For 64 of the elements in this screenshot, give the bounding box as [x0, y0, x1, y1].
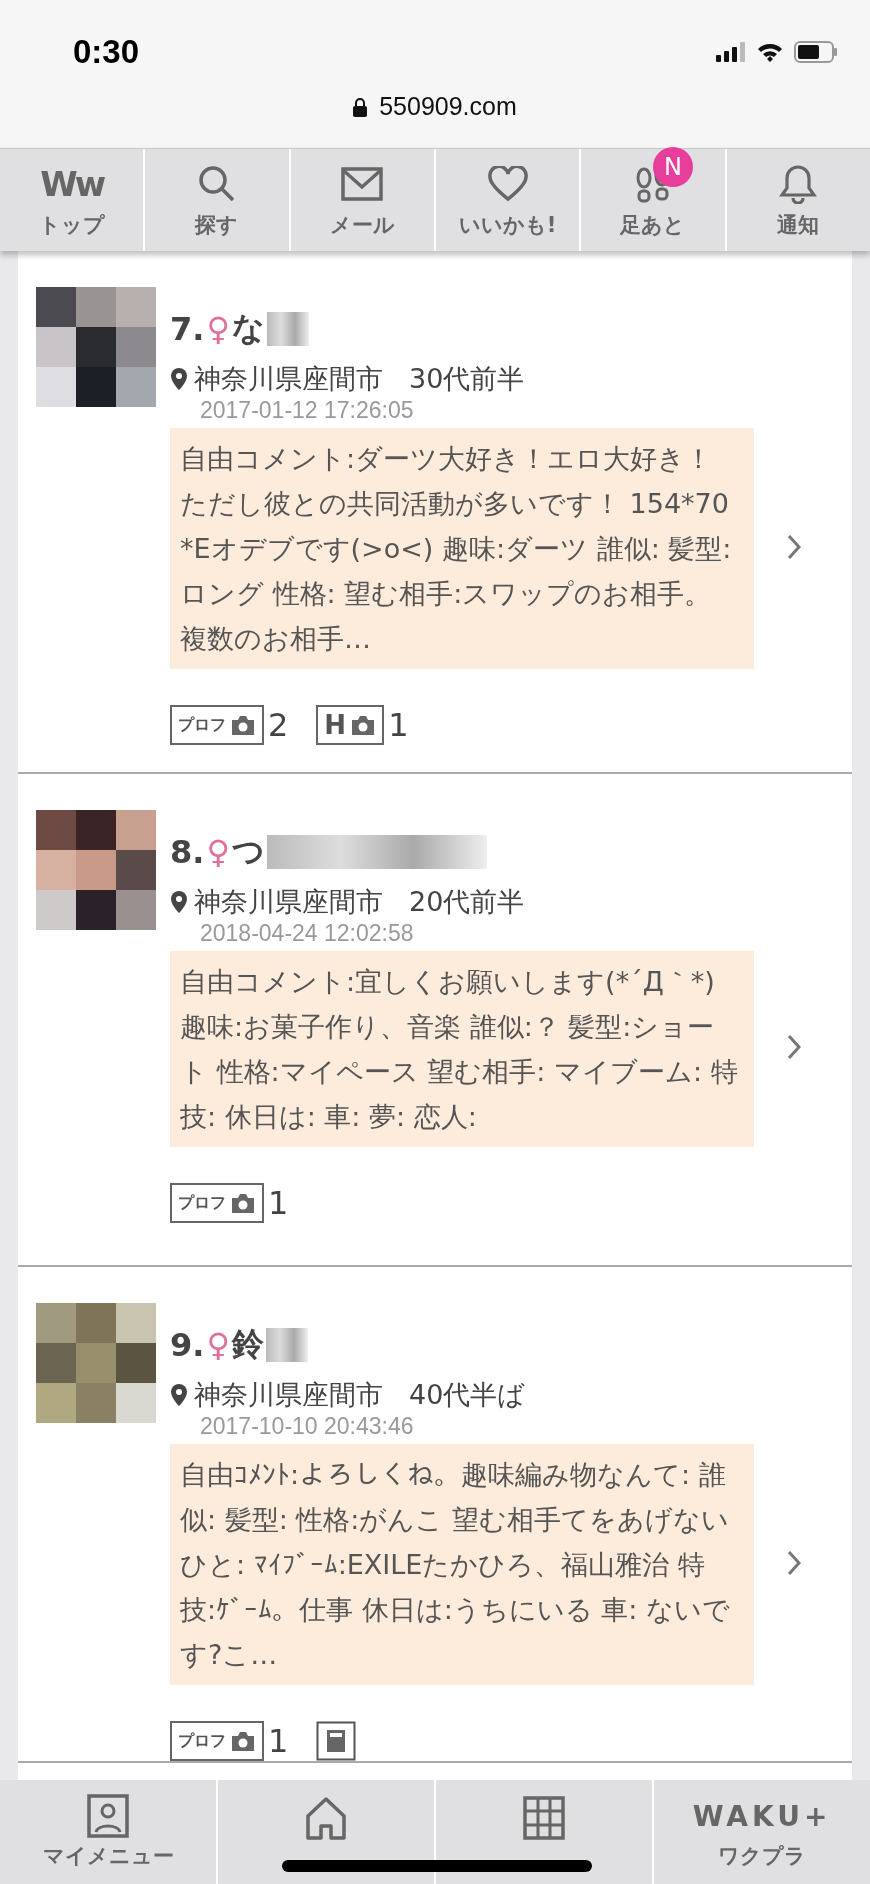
signal-icon: [716, 42, 746, 62]
user-name: な: [231, 308, 265, 349]
chevron-right-icon[interactable]: [786, 1033, 802, 1061]
wifi-icon: [756, 42, 784, 62]
chevron-right-icon[interactable]: [786, 532, 802, 561]
camera-icon: [350, 715, 377, 735]
age-text: 20代前半: [409, 885, 525, 919]
location-text: 神奈川県座間市: [194, 1378, 383, 1412]
profile-photo-tag: プロフ: [170, 1721, 264, 1761]
photo-count: 1: [268, 1184, 289, 1222]
nav-tab[interactable]: 探す: [145, 149, 291, 251]
battery-icon: [794, 41, 838, 63]
photo-count: 1: [388, 706, 409, 744]
notification-badge: N: [652, 147, 693, 187]
login-date: 2018-04-24 12:02:58: [199, 920, 415, 947]
female-symbol: ♀: [206, 833, 230, 871]
location-text: 神奈川県座間市: [194, 885, 383, 919]
url-text[interactable]: 550909.com: [379, 92, 517, 121]
camera-icon: [230, 1731, 256, 1751]
location-text: 神奈川県座間市: [194, 362, 383, 396]
nav-tab[interactable]: いいかも!: [436, 149, 582, 251]
search-icon: [197, 164, 237, 204]
nav-tab[interactable]: N 足あと: [581, 149, 727, 251]
login-date: 2017-10-10 20:43:46: [199, 1413, 415, 1440]
camera-icon: [230, 715, 256, 735]
result-number: 8.: [170, 833, 205, 871]
female-symbol: ♀: [206, 310, 230, 348]
nav-tab[interactable]: Ww トップ: [0, 149, 146, 251]
female-symbol: ♀: [206, 1326, 230, 1364]
profile-photo-tag: プロフ: [170, 1183, 264, 1223]
result-number: 7.: [170, 310, 205, 348]
user-name: 鈴: [231, 1324, 264, 1365]
comment-text: 自由ｺﾒﾝﾄ:よろしくね。趣味編み物なんて: 誰似: 髪型: 性格:がんこ 望む相手てをあげないひと: ﾏｲﾌﾞｰﾑ:EXILEたかひろ、福山雅治 特技:ｹﾞｰﾑ。仕事 休日は:うちにいる 車: ないです?こ…: [170, 1444, 754, 1685]
logo: Ww: [40, 164, 104, 204]
status-time: 0:30: [73, 33, 140, 71]
comment-text: 自由コメント:ダーツ大好き！エロ大好き！ただし彼との共同活動が多いです！ 154*70*Eオデブです(>o<) 趣味:ダーツ 誰似: 髪型:ロング 性格: 望む相手:スワップのお相手。複数のお相手…: [170, 428, 754, 669]
location-pin-icon: [170, 1383, 188, 1407]
login-date: 2017-01-12 17:26:05: [199, 397, 415, 424]
user-name: つ: [231, 831, 265, 872]
person-icon: [87, 1794, 129, 1838]
memo-icon: [316, 1721, 357, 1761]
age-text: 30代前半: [409, 362, 525, 396]
heart-icon: [487, 166, 528, 202]
profile-photo-tag: プロフ: [170, 705, 264, 745]
photo-count: 2: [268, 706, 289, 744]
lock-icon: [353, 96, 368, 117]
photo-count: 1: [268, 1722, 289, 1760]
bell-icon: [779, 164, 818, 204]
home-icon: [305, 1795, 347, 1840]
chevron-right-icon[interactable]: [786, 1548, 802, 1577]
grid-icon: [523, 1795, 565, 1840]
logo: WAKU+: [692, 1798, 832, 1835]
comment-text: 自由コメント:宜しくお願いします(*´Д｀*) 趣味:お菓子作り、音楽 誰似:？ 髪型:ショート 性格:マイペース 望む相手: マイブーム: 特技: 休日は: 車: 夢: 恋人:: [170, 951, 754, 1147]
pixelated-block: [266, 312, 309, 346]
location-pin-icon: [170, 890, 188, 914]
camera-icon: [230, 1193, 256, 1213]
nav-tab[interactable]: メール: [290, 149, 436, 251]
age-text: 40代半ば: [409, 1378, 526, 1412]
h-photo-tag: H: [316, 705, 385, 745]
mail-icon: [341, 167, 384, 201]
nav-tab[interactable]: 通知: [726, 149, 870, 251]
location-pin-icon: [170, 367, 188, 391]
result-number: 9.: [170, 1326, 205, 1364]
pixelated-block: [265, 1328, 308, 1362]
